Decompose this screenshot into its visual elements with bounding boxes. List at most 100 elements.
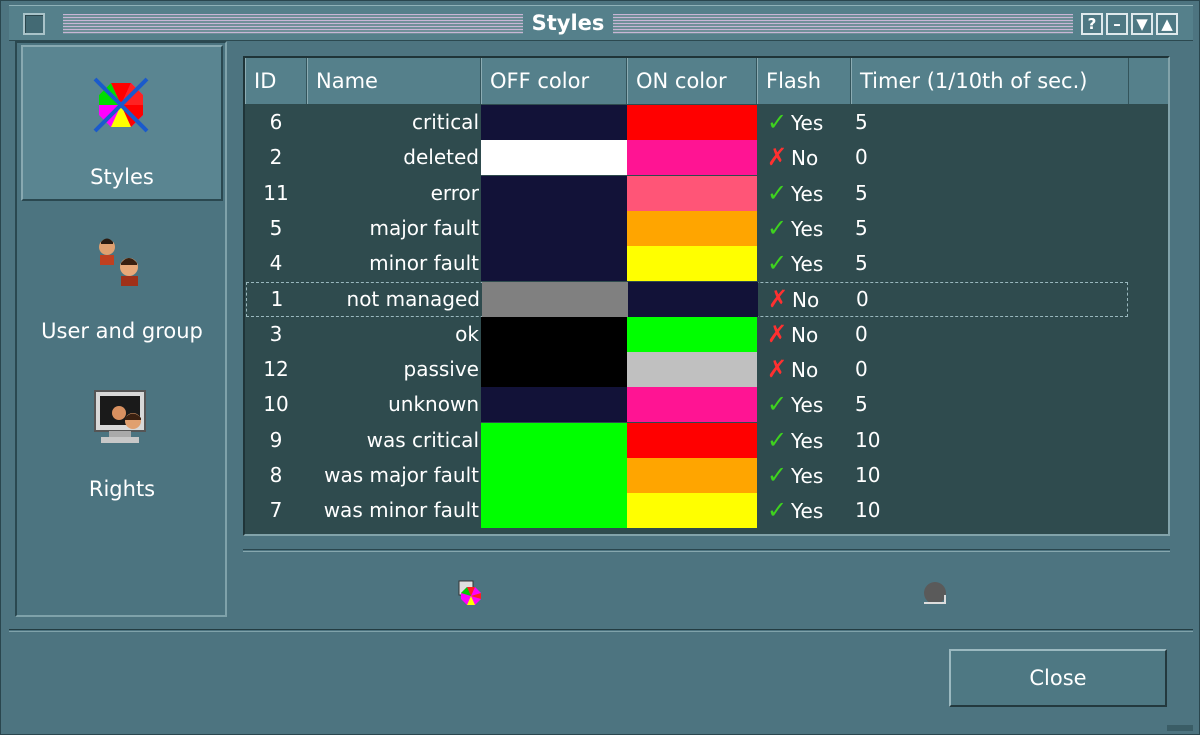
table-row[interactable]: 7 was minor fault ✓ Yes 10 xyxy=(245,493,1168,529)
flash-cell[interactable]: ✓ Yes xyxy=(757,246,849,281)
table-row[interactable]: 8 was major fault ✓ Yes 10 xyxy=(245,458,1168,493)
flash-label: Yes xyxy=(791,252,824,277)
flash-cell[interactable]: ✗ No xyxy=(757,317,849,352)
on-color-swatch[interactable] xyxy=(627,493,757,529)
resize-grip[interactable] xyxy=(1167,725,1193,731)
maximize-button[interactable]: ▼ xyxy=(1131,13,1153,35)
styles-icon xyxy=(93,77,149,133)
table-row[interactable]: 11 error ✓ Yes 5 xyxy=(245,175,1168,211)
on-color-swatch[interactable] xyxy=(627,352,757,388)
row-timer: 0 xyxy=(855,357,868,382)
flash-cell[interactable]: ✓ Yes xyxy=(757,387,849,422)
row-timer: 5 xyxy=(855,215,868,240)
off-color-swatch[interactable] xyxy=(481,352,627,388)
off-color-swatch[interactable] xyxy=(482,281,628,317)
flash-cell[interactable]: ✓ Yes xyxy=(757,493,849,528)
off-color-swatch[interactable] xyxy=(481,458,627,493)
flash-cell[interactable]: ✗ No xyxy=(757,140,849,175)
table-row[interactable]: 10 unknown ✓ Yes 5 xyxy=(245,387,1168,423)
title-stripes-right xyxy=(613,14,1073,34)
flash-label: No xyxy=(791,146,819,171)
row-id: 4 xyxy=(269,251,283,276)
sidebar-item-label: Styles xyxy=(90,165,154,189)
on-color-swatch[interactable] xyxy=(627,458,757,493)
table-row[interactable]: 1 not managed ✗ No 0 xyxy=(246,281,1128,317)
off-color-swatch[interactable] xyxy=(481,422,627,458)
table-row[interactable]: 12 passive ✗ No 0 xyxy=(245,352,1168,388)
column-header-name[interactable]: Name xyxy=(307,58,481,104)
table-row[interactable]: 2 deleted ✗ No 0 xyxy=(245,140,1168,176)
flash-cell[interactable]: ✗ No xyxy=(758,282,850,317)
table-row[interactable]: 5 major fault ✓ Yes 5 xyxy=(245,210,1168,246)
flash-label: Yes xyxy=(791,464,824,488)
column-header-off-color[interactable]: OFF color xyxy=(481,58,627,104)
on-color-swatch[interactable] xyxy=(627,422,757,458)
on-color-swatch[interactable] xyxy=(627,140,757,176)
close-button[interactable]: Close xyxy=(949,649,1167,707)
row-name: ok xyxy=(455,321,479,346)
sidebar-item-styles[interactable]: Styles xyxy=(21,45,223,201)
shade-button[interactable]: ▲ xyxy=(1156,13,1178,35)
row-name: was minor fault xyxy=(323,498,479,523)
sidebar-item-label: Rights xyxy=(88,477,156,501)
flash-label: Yes xyxy=(791,216,824,241)
on-color-swatch[interactable] xyxy=(627,105,757,140)
off-color-swatch[interactable] xyxy=(481,210,627,246)
off-color-swatch[interactable] xyxy=(481,246,627,282)
styles-table[interactable]: ID Name OFF color ON color Flash Timer (… xyxy=(243,56,1170,536)
on-color-swatch[interactable] xyxy=(628,281,758,317)
window-menu-button[interactable] xyxy=(23,13,45,35)
row-timer: 10 xyxy=(855,427,881,452)
row-id: 8 xyxy=(269,463,283,487)
table-separator xyxy=(243,549,1170,552)
checkmark-icon: ✓ xyxy=(766,461,788,489)
column-header-on-color[interactable]: ON color xyxy=(627,58,757,104)
off-color-swatch[interactable] xyxy=(481,493,627,529)
flash-label: Yes xyxy=(791,393,824,418)
table-row[interactable]: 4 minor fault ✓ Yes 5 xyxy=(245,246,1168,282)
flash-cell[interactable]: ✓ Yes xyxy=(757,458,849,493)
title-stripes-left xyxy=(63,14,523,34)
table-row[interactable]: 9 was critical ✓ Yes 10 xyxy=(245,422,1168,458)
row-id: 1 xyxy=(270,286,284,311)
flash-cell[interactable]: ✓ Yes xyxy=(757,176,849,211)
title-bar[interactable]: Styles ? – ▼ ▲ xyxy=(9,5,1193,41)
on-color-swatch[interactable] xyxy=(627,387,757,423)
help-button[interactable]: ? xyxy=(1081,13,1103,35)
row-timer: 5 xyxy=(855,392,868,417)
row-id: 3 xyxy=(269,321,283,346)
off-color-swatch[interactable] xyxy=(481,140,627,176)
column-header-id[interactable]: ID xyxy=(245,58,307,104)
on-color-swatch[interactable] xyxy=(627,175,757,211)
off-color-swatch[interactable] xyxy=(481,105,627,140)
on-color-swatch[interactable] xyxy=(627,246,757,282)
add-style-icon[interactable] xyxy=(457,579,485,607)
row-name: critical xyxy=(412,110,479,134)
row-name: major fault xyxy=(369,215,479,240)
flash-cell[interactable]: ✓ Yes xyxy=(757,211,849,246)
delete-style-icon[interactable] xyxy=(921,579,949,607)
flash-cell[interactable]: ✗ No xyxy=(757,352,849,387)
row-name: not managed xyxy=(346,286,480,311)
row-id: 5 xyxy=(269,215,283,240)
on-color-swatch[interactable] xyxy=(627,210,757,246)
off-color-swatch[interactable] xyxy=(481,175,627,211)
table-row[interactable]: 6 critical ✓ Yes 5 xyxy=(245,105,1168,140)
minimize-button[interactable]: – xyxy=(1106,13,1128,35)
row-timer: 0 xyxy=(855,145,868,170)
table-row[interactable]: 3 ok ✗ No 0 xyxy=(245,316,1168,352)
row-name: deleted xyxy=(403,145,479,170)
flash-cell[interactable]: ✓ Yes xyxy=(757,423,849,458)
off-color-swatch[interactable] xyxy=(481,316,627,352)
sidebar-item-rights[interactable]: Rights xyxy=(21,381,223,521)
column-header-flash[interactable]: Flash xyxy=(757,58,851,104)
off-color-swatch[interactable] xyxy=(481,387,627,423)
on-color-swatch[interactable] xyxy=(627,316,757,352)
sidebar: Styles User and group Rights xyxy=(15,41,227,617)
column-header-timer[interactable]: Timer (1/10th of sec.) xyxy=(851,58,1129,104)
flash-cell[interactable]: ✓ Yes xyxy=(757,105,849,140)
row-id: 11 xyxy=(263,180,289,205)
row-id: 2 xyxy=(269,145,283,170)
row-name: minor fault xyxy=(369,251,479,276)
sidebar-item-user-and-group[interactable]: User and group xyxy=(21,221,223,361)
